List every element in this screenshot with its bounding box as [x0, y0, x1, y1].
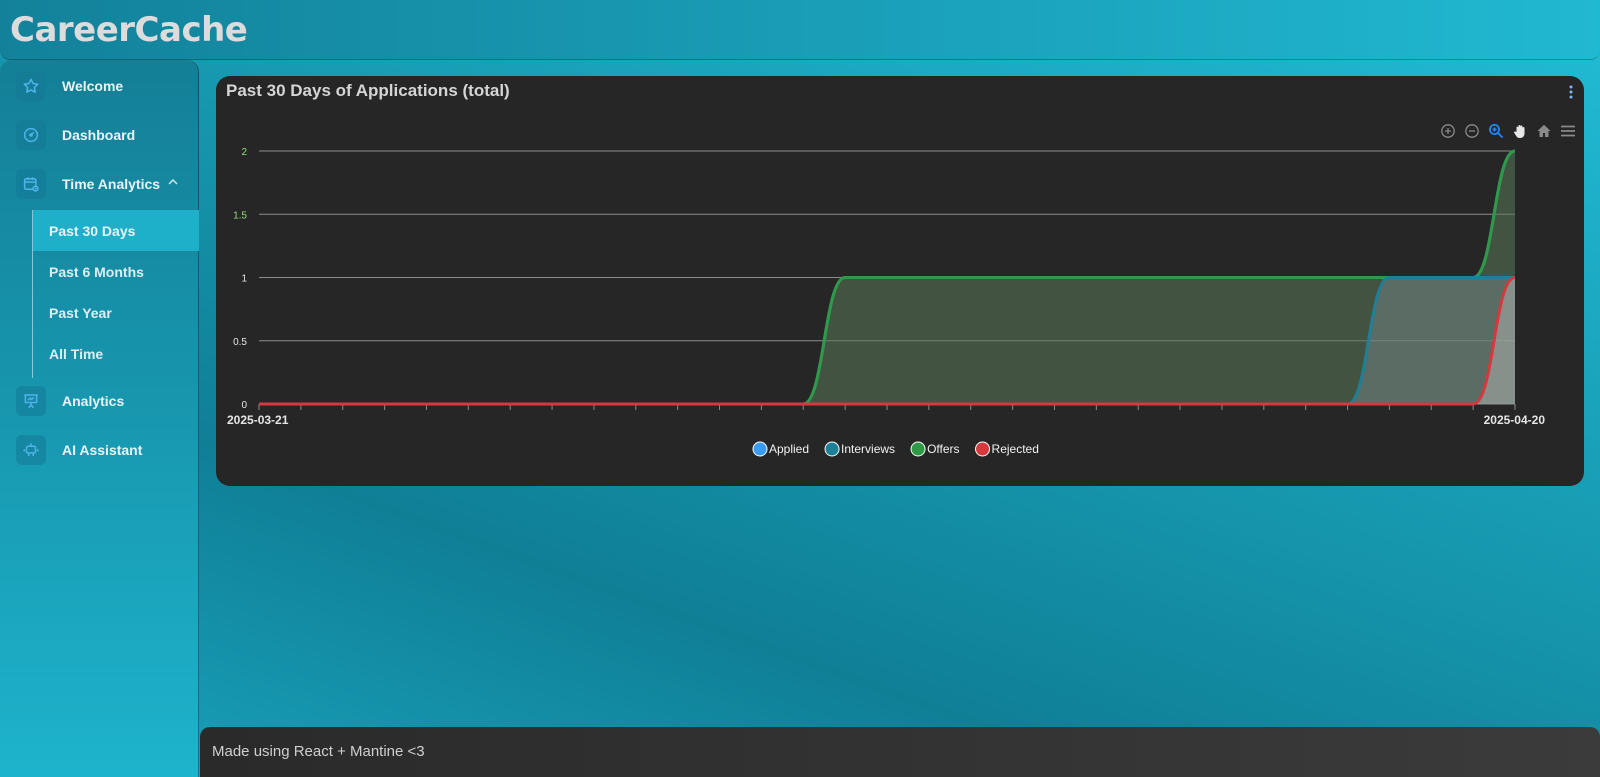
- y-tick-label: 1: [241, 274, 247, 285]
- submenu-item-past-6-months[interactable]: Past 6 Months: [33, 251, 199, 292]
- legend-label[interactable]: Applied: [769, 442, 809, 456]
- chart-card: Past 30 Days of Applications (total) 0 0.…: [216, 76, 1584, 486]
- chevron-up-icon[interactable]: [167, 176, 179, 188]
- sidebar-item-ai-assistant[interactable]: AI Assistant: [0, 428, 199, 472]
- pan-hand-icon[interactable]: [1510, 122, 1530, 140]
- app-footer: Made using React + Mantine <3: [200, 727, 1600, 777]
- submenu-item-past-year[interactable]: Past Year: [33, 292, 199, 333]
- y-tick-label: 0.5: [233, 337, 247, 348]
- sidebar-item-label: Welcome: [62, 78, 124, 94]
- robot-icon: [16, 435, 46, 465]
- sidebar-item-dashboard[interactable]: Dashboard: [0, 113, 199, 157]
- sidebar-item-time-analytics[interactable]: Time Analytics: [0, 162, 199, 206]
- reset-home-icon[interactable]: [1534, 122, 1554, 140]
- legend-label[interactable]: Rejected: [992, 442, 1039, 456]
- footer-text: Made using React + Mantine <3: [212, 743, 425, 760]
- sidebar-item-label: Time Analytics: [62, 176, 161, 192]
- legend-marker[interactable]: [752, 441, 768, 457]
- zoom-in-icon[interactable]: [1438, 122, 1458, 140]
- menu-icon[interactable]: [1558, 122, 1578, 140]
- legend-marker[interactable]: [910, 441, 926, 457]
- legend-marker[interactable]: [824, 441, 840, 457]
- legend-label[interactable]: Interviews: [841, 442, 895, 456]
- presentation-icon: [16, 386, 46, 416]
- sidebar-item-analytics[interactable]: Analytics: [0, 379, 199, 423]
- zoom-out-icon[interactable]: [1462, 122, 1482, 140]
- y-tick-label: 2: [241, 147, 247, 158]
- app-title: CareerCache: [10, 10, 248, 50]
- legend-marker[interactable]: [975, 441, 991, 457]
- app-header: CareerCache: [0, 0, 1600, 60]
- star-icon: [16, 71, 46, 101]
- calendar-icon: [16, 169, 46, 199]
- selection-zoom-icon[interactable]: [1486, 122, 1506, 140]
- sidebar-item-label: AI Assistant: [62, 442, 143, 458]
- x-tick-label: 2025-03-21: [227, 413, 289, 427]
- sidebar-item-welcome[interactable]: Welcome: [0, 64, 199, 108]
- sidebar: Welcome Dashboard Time Analytics Past 30…: [0, 60, 199, 777]
- x-tick-label: 2025-04-20: [1484, 413, 1546, 427]
- chart-toolbar: [1438, 122, 1578, 140]
- gauge-icon: [16, 120, 46, 150]
- legend-label[interactable]: Offers: [927, 442, 959, 456]
- submenu-item-past-30-days[interactable]: Past 30 Days: [33, 210, 199, 251]
- y-tick-label: 0: [241, 400, 247, 411]
- sidebar-item-label: Dashboard: [62, 127, 136, 143]
- submenu-item-all-time[interactable]: All Time: [33, 333, 199, 374]
- y-tick-label: 1.5: [233, 210, 247, 221]
- applications-area-chart: 0 0.5 1 1.5 2 2025-03-21 2025-04-20 Applied Inte…: [227, 147, 1546, 457]
- sidebar-item-label: Analytics: [62, 393, 125, 409]
